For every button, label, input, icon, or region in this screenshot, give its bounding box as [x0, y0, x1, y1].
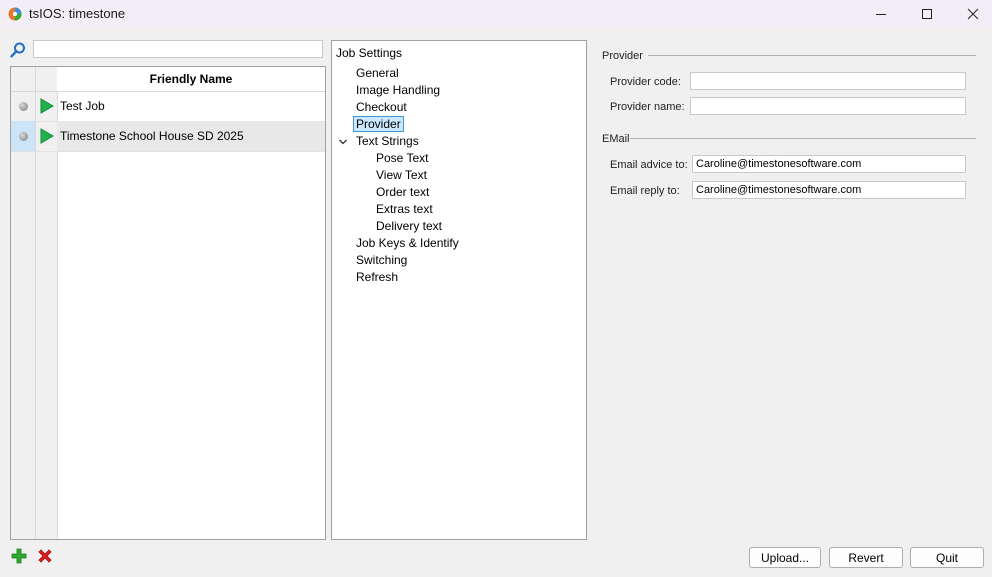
email-reply-label: Email reply to: [610, 185, 680, 197]
delete-icon[interactable] [37, 548, 53, 564]
status-dot-icon [18, 101, 28, 111]
tree-item-view-text[interactable]: View Text [374, 168, 429, 182]
provider-group-divider [648, 55, 976, 56]
email-advice-input[interactable] [692, 155, 966, 173]
play-cell[interactable] [36, 91, 57, 121]
table-row[interactable]: Test Job [11, 91, 325, 122]
tree-item-checkout[interactable]: Checkout [354, 100, 409, 114]
job-name: Test Job [60, 99, 105, 113]
title-bar: tsIOS: timestone [0, 0, 992, 28]
window-title: tsIOS: timestone [29, 6, 126, 21]
play-icon[interactable] [40, 128, 54, 144]
tree-item-extras-text[interactable]: Extras text [374, 202, 435, 216]
upload-button[interactable]: Upload... [749, 547, 821, 568]
app-icon [8, 7, 22, 21]
tree-item-order-text[interactable]: Order text [374, 185, 431, 199]
friendly-name-header[interactable]: Friendly Name [57, 67, 325, 92]
provider-name-label: Provider name: [610, 101, 685, 113]
job-list[interactable]: Friendly Name Test Job Timestone School … [10, 66, 326, 540]
status-cell [11, 121, 35, 151]
provider-group-label: Provider [602, 50, 643, 62]
tree-item-pose-text[interactable]: Pose Text [374, 151, 430, 165]
tree-item-delivery-text[interactable]: Delivery text [374, 219, 444, 233]
status-dot-icon [18, 131, 28, 141]
search-input[interactable] [33, 40, 323, 58]
status-cell [11, 91, 35, 121]
email-group-divider [630, 138, 976, 139]
close-button[interactable] [950, 0, 992, 28]
tree-item-refresh[interactable]: Refresh [354, 270, 400, 284]
tree-item-text-strings[interactable]: Text Strings [354, 134, 421, 148]
tree-item-switching[interactable]: Switching [354, 253, 409, 267]
email-advice-label: Email advice to: [610, 159, 688, 171]
job-name: Timestone School House SD 2025 [57, 121, 325, 151]
chevron-down-icon[interactable] [338, 137, 348, 147]
play-icon[interactable] [40, 98, 54, 114]
maximize-button[interactable] [904, 0, 950, 28]
header-corner [11, 67, 57, 92]
provider-name-input[interactable] [690, 97, 966, 115]
table-row[interactable]: Timestone School House SD 2025 [11, 121, 325, 152]
minimize-icon [876, 14, 886, 15]
tree-item-general[interactable]: General [354, 66, 401, 80]
provider-code-label: Provider code: [610, 76, 681, 88]
tree-item-image-handling[interactable]: Image Handling [354, 83, 442, 97]
play-cell[interactable] [36, 121, 57, 151]
search-icon[interactable] [10, 42, 26, 58]
email-group-label: EMail [602, 133, 630, 145]
maximize-icon [922, 9, 932, 19]
minimize-button[interactable] [858, 0, 904, 28]
provider-code-input[interactable] [690, 72, 966, 90]
tree-item-provider[interactable]: Provider [353, 116, 404, 132]
tree-root-job-settings[interactable]: Job Settings [336, 46, 402, 60]
email-reply-input[interactable] [692, 181, 966, 199]
tree-item-job-keys[interactable]: Job Keys & Identify [354, 236, 461, 250]
revert-button[interactable]: Revert [829, 547, 903, 568]
add-icon[interactable] [11, 548, 27, 564]
quit-button[interactable]: Quit [910, 547, 984, 568]
settings-tree[interactable]: Job Settings General Image Handling Chec… [331, 40, 587, 540]
close-icon [967, 8, 979, 20]
